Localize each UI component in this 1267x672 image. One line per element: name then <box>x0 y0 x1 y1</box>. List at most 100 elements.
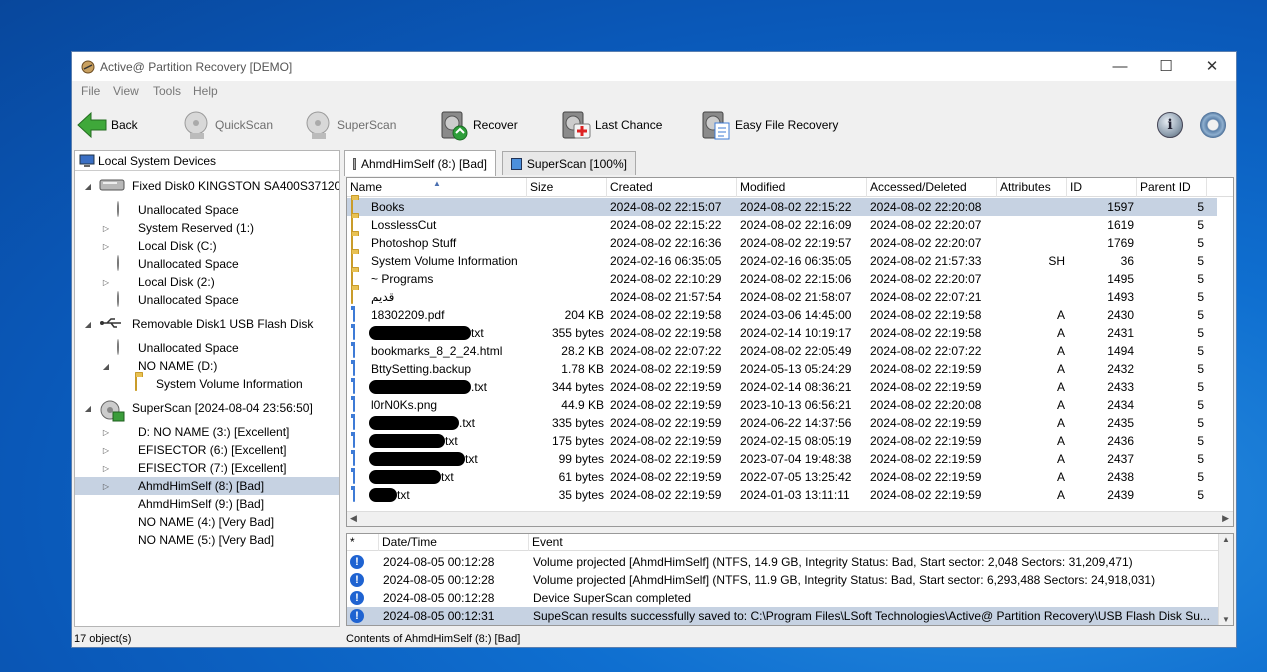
file-row[interactable]: l0rN0Ks.png 44.9 KB 2024-08-02 22:19:59 202… <box>347 396 1217 414</box>
tab-volume-label: AhmdHimSelf (8:) [Bad] <box>360 156 487 171</box>
file-parent: 5 <box>1197 398 1204 412</box>
tree-icon-wrap <box>117 442 133 458</box>
tree-node[interactable]: ▷ D: NO NAME (3:) [Excellent] <box>101 423 289 441</box>
tree-node[interactable]: ▷ System Reserved (1:) <box>101 219 254 237</box>
scroll-left-icon[interactable]: ◀ <box>350 513 357 524</box>
tree-node[interactable]: ▷ Local Disk (2:) <box>101 273 215 291</box>
tree-node[interactable]: Unallocated Space <box>101 201 239 219</box>
menu-help[interactable]: Help <box>193 84 218 98</box>
tree-node[interactable]: NO NAME (5:) [Very Bad] <box>101 531 274 549</box>
file-created: 2024-08-02 21:57:54 <box>610 290 722 304</box>
file-row[interactable]: txt 61 bytes 2024-08-02 22:19:59 2022-07-05… <box>347 468 1217 486</box>
column-name[interactable]: Name ▲ <box>347 178 527 197</box>
folder-icon <box>351 234 353 250</box>
file-attr: A <box>1056 416 1065 430</box>
column-size[interactable]: Size <box>527 178 607 197</box>
quickscan-button[interactable]: QuickScan <box>180 108 273 142</box>
file-row[interactable]: 18302209.pdf 204 KB 2024-08-02 22:19:58 202… <box>347 306 1217 324</box>
column-id[interactable]: ID <box>1067 178 1137 197</box>
column-parent-id[interactable]: Parent ID <box>1137 178 1207 197</box>
horizontal-scrollbar[interactable]: ◀ ▶ <box>347 511 1233 526</box>
tree-node[interactable]: ▷ Local Disk (C:) <box>101 237 217 255</box>
tree-node[interactable]: Unallocated Space <box>101 291 239 309</box>
log-vertical-scrollbar[interactable]: ▲ ▼ <box>1218 534 1233 625</box>
file-attr <box>997 234 1065 252</box>
expand-icon[interactable]: ▷ <box>101 242 111 251</box>
file-row[interactable]: BttySetting.backup 1.78 KB 2024-08-02 22:1… <box>347 360 1217 378</box>
disk-icon <box>117 291 119 307</box>
log-row[interactable]: ! 2024-08-05 00:12:28 Device SuperScan com… <box>347 589 1221 607</box>
expand-icon[interactable]: ▷ <box>101 446 111 455</box>
tree-node[interactable]: ◢ Fixed Disk0 KINGSTON SA400S37120G <box>83 177 339 195</box>
expand-icon[interactable]: ▷ <box>101 428 111 437</box>
file-row[interactable]: ~ Programs 2024-08-02 22:10:29 2024-08-02 … <box>347 270 1217 288</box>
file-row[interactable]: .txt 344 bytes 2024-08-02 22:19:59 2024-02-… <box>347 378 1217 396</box>
expand-icon[interactable]: ▷ <box>101 278 111 287</box>
column-created[interactable]: Created <box>607 178 737 197</box>
file-row[interactable]: Books 2024-08-02 22:15:07 2024-08-02 22:15… <box>347 198 1217 216</box>
tree-node[interactable]: Unallocated Space <box>101 255 239 273</box>
menu-tools[interactable]: Tools <box>153 84 181 98</box>
minimize-button[interactable]: — <box>1097 52 1143 81</box>
file-row[interactable]: System Volume Information 2024-02-16 06:3… <box>347 252 1217 270</box>
column-datetime[interactable]: Date/Time <box>379 534 529 551</box>
easy-file-recovery-button[interactable]: Easy File Recovery <box>700 108 838 142</box>
superscan-button[interactable]: SuperScan <box>302 108 396 142</box>
scroll-down-icon[interactable]: ▼ <box>1222 615 1230 624</box>
collapse-icon[interactable]: ◢ <box>83 182 93 191</box>
tree-node[interactable]: ◢ SuperScan [2024-08-04 23:56:50] <box>83 399 313 422</box>
expand-icon[interactable]: ▷ <box>101 464 111 473</box>
menu-view[interactable]: View <box>113 84 139 98</box>
tree-node[interactable]: Unallocated Space <box>101 339 239 357</box>
recover-button[interactable]: Recover <box>438 108 518 142</box>
maximize-button[interactable]: ☐ <box>1143 52 1189 81</box>
collapse-icon[interactable]: ◢ <box>83 320 93 329</box>
file-accessed: 2024-08-02 22:20:08 <box>870 200 982 214</box>
collapse-icon[interactable]: ◢ <box>83 404 93 413</box>
file-name: bookmarks_8_2_24.html <box>371 344 503 358</box>
file-row[interactable]: txt 35 bytes 2024-08-02 22:19:59 2024-01-03… <box>347 486 1217 504</box>
close-button[interactable]: ✕ <box>1189 52 1235 81</box>
tree-node[interactable]: ▷ EFISECTOR (7:) [Excellent] <box>101 459 287 477</box>
column-event[interactable]: Event <box>529 534 1219 551</box>
scroll-up-icon[interactable]: ▲ <box>1222 535 1230 544</box>
log-row[interactable]: ! 2024-08-05 00:12:28 Volume projected [Ah… <box>347 553 1221 571</box>
tree-node[interactable]: ▷ AhmdHimSelf (8:) [Bad] <box>75 477 339 495</box>
file-icon-wrap <box>351 378 367 395</box>
file-row[interactable]: LosslessCut 2024-08-02 22:15:22 2024-08-02… <box>347 216 1217 234</box>
back-button[interactable]: Back <box>76 108 138 142</box>
column-accessed[interactable]: Accessed/Deleted <box>867 178 997 197</box>
column-marker[interactable]: * <box>347 534 379 551</box>
tree-node[interactable]: NO NAME (4:) [Very Bad] <box>101 513 274 531</box>
file-row[interactable]: bookmarks_8_2_24.html 28.2 KB 2024-08-02 2… <box>347 342 1217 360</box>
file-row[interactable]: txt 175 bytes 2024-08-02 22:19:59 2024-02-1… <box>347 432 1217 450</box>
tree-node[interactable]: ◢ Removable Disk1 USB Flash Disk <box>83 315 313 333</box>
tree-node-label: Local Disk (2:) <box>138 275 215 289</box>
menu-file[interactable]: File <box>81 84 100 98</box>
file-icon <box>353 306 355 322</box>
settings-button[interactable] <box>1200 108 1226 142</box>
file-row[interactable]: قديم 2024-08-02 21:57:54 2024-08-02 21:58:… <box>347 288 1217 306</box>
tree-icon-wrap <box>117 358 133 374</box>
file-row[interactable]: Photoshop Stuff 2024-08-02 22:16:36 2024-0… <box>347 234 1217 252</box>
file-row[interactable]: txt 99 bytes 2024-08-02 22:19:59 2023-07-04… <box>347 450 1217 468</box>
expand-icon[interactable]: ▷ <box>101 482 111 491</box>
file-row[interactable]: txt 355 bytes 2024-08-02 22:19:58 2024-02-1… <box>347 324 1217 342</box>
collapse-icon[interactable]: ◢ <box>101 362 111 371</box>
tab-superscan[interactable]: SuperScan [100%] <box>502 151 636 175</box>
tree-node[interactable]: ◢ NO NAME (D:) <box>101 357 217 375</box>
about-button[interactable]: i <box>1157 108 1183 142</box>
expand-icon[interactable]: ▷ <box>101 224 111 233</box>
tab-volume[interactable]: AhmdHimSelf (8:) [Bad] <box>344 150 496 176</box>
tree-node[interactable]: ▷ EFISECTOR (6:) [Excellent] <box>101 441 287 459</box>
file-row[interactable]: .txt 335 bytes 2024-08-02 22:19:59 2024-06-… <box>347 414 1217 432</box>
column-modified[interactable]: Modified <box>737 178 867 197</box>
last-chance-button[interactable]: Last Chance <box>560 108 662 142</box>
log-row[interactable]: ! 2024-08-05 00:12:31 SupeScan results suc… <box>347 607 1221 625</box>
tree-node[interactable]: AhmdHimSelf (9:) [Bad] <box>101 495 264 513</box>
file-size: 175 bytes <box>551 434 604 448</box>
scroll-right-icon[interactable]: ▶ <box>1222 513 1229 524</box>
tree-node[interactable]: System Volume Information <box>119 375 303 393</box>
log-row[interactable]: ! 2024-08-05 00:12:28 Volume projected [Ah… <box>347 571 1221 589</box>
column-attributes[interactable]: Attributes <box>997 178 1067 197</box>
